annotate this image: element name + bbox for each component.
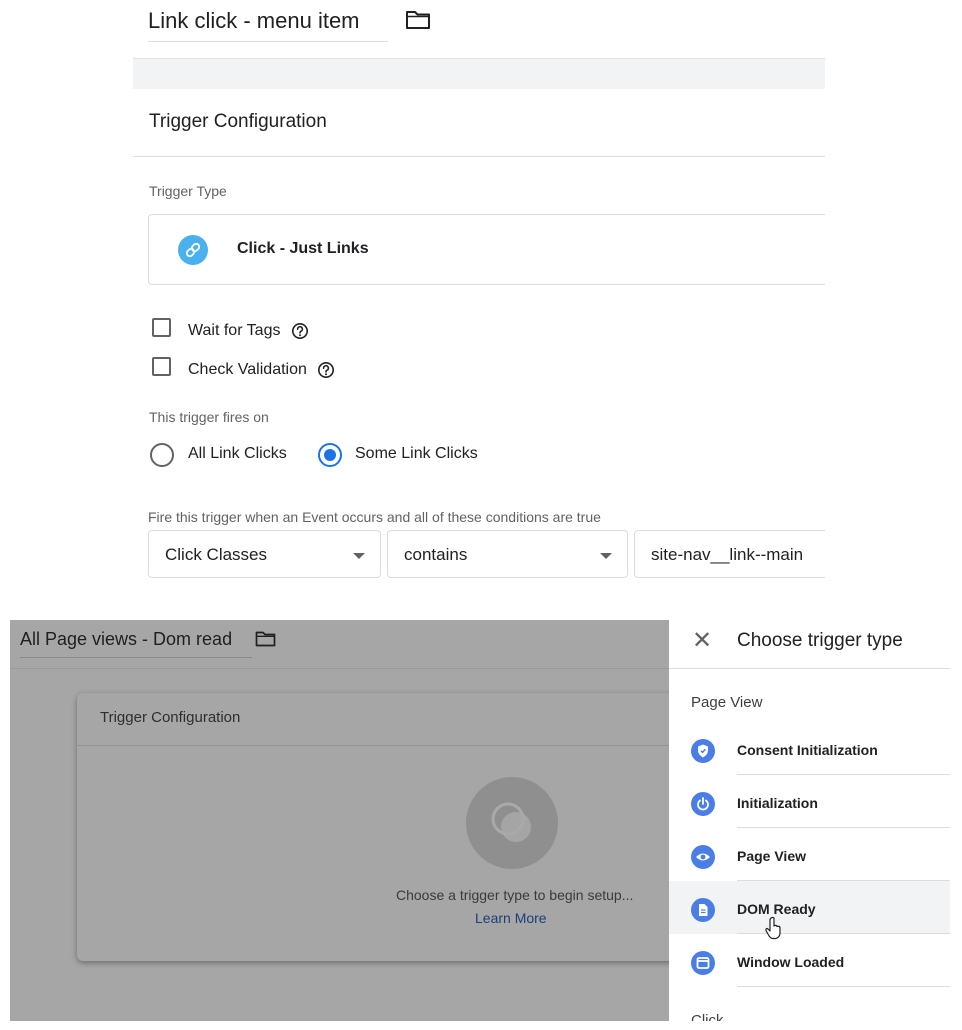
option-label: Consent Initialization bbox=[737, 742, 878, 758]
trigger-option-initialization[interactable]: Initialization bbox=[669, 775, 950, 828]
empty-state-hint: Choose a trigger type to begin setup... bbox=[396, 887, 634, 903]
document-icon bbox=[691, 898, 715, 922]
all-link-clicks-radio[interactable] bbox=[150, 443, 174, 467]
fires-on-label: This trigger fires on bbox=[149, 409, 269, 425]
condition-operator-select[interactable]: contains bbox=[387, 530, 628, 578]
drawer-title: Choose trigger type bbox=[737, 630, 903, 651]
shield-icon bbox=[691, 739, 715, 763]
check-validation-label: Check Validation bbox=[188, 361, 307, 378]
choose-trigger-type-drawer: ✕ Choose trigger type Page View Consent … bbox=[669, 620, 950, 1021]
title-underline bbox=[20, 657, 252, 658]
trigger-option-window-loaded[interactable]: Window Loaded bbox=[669, 934, 950, 987]
link-icon bbox=[178, 235, 208, 265]
condition-value-text: site-nav__link--main bbox=[651, 545, 804, 564]
condition-variable-select[interactable]: Click Classes bbox=[148, 530, 381, 578]
trigger-placeholder-icon bbox=[466, 777, 558, 869]
trigger-configuration-heading: Trigger Configuration bbox=[100, 709, 241, 726]
option-label: Window Loaded bbox=[737, 954, 845, 970]
condition-operator-value: contains bbox=[404, 545, 468, 564]
trigger-configuration-card[interactable]: Trigger Configuration Choose a trigger t… bbox=[77, 693, 697, 961]
condition-value-input[interactable]: site-nav__link--main bbox=[634, 530, 825, 578]
learn-more-link[interactable]: Learn More bbox=[475, 910, 547, 926]
choose-trigger-screenshot: All Page views - Dom read Trigger Config… bbox=[10, 620, 950, 1021]
folder-icon[interactable] bbox=[255, 631, 276, 647]
wait-for-tags-label: Wait for Tags bbox=[188, 322, 281, 339]
trigger-type-value: Click - Just Links bbox=[237, 240, 369, 257]
chevron-down-icon bbox=[353, 553, 365, 559]
help-icon[interactable] bbox=[291, 322, 309, 340]
divider bbox=[10, 668, 669, 669]
wait-for-tags-checkbox[interactable] bbox=[152, 318, 171, 337]
some-link-clicks-label: Some Link Clicks bbox=[355, 445, 478, 462]
folder-icon[interactable] bbox=[405, 10, 431, 30]
chevron-down-icon bbox=[600, 553, 612, 559]
divider bbox=[133, 156, 825, 157]
trigger-option-consent-initialization[interactable]: Consent Initialization bbox=[669, 722, 950, 775]
section-page-view: Page View bbox=[691, 694, 763, 711]
trigger-name[interactable]: All Page views - Dom read bbox=[20, 629, 232, 650]
header-band bbox=[133, 58, 825, 89]
some-link-clicks-radio[interactable] bbox=[318, 443, 342, 467]
trigger-name[interactable]: Link click - menu item bbox=[148, 8, 360, 34]
window-icon bbox=[691, 951, 715, 975]
trigger-type-label: Trigger Type bbox=[149, 183, 227, 199]
section-click-partial: Click bbox=[691, 1012, 724, 1021]
option-label: Page View bbox=[737, 848, 807, 864]
hand-cursor-icon bbox=[765, 916, 781, 940]
eye-icon bbox=[691, 845, 715, 869]
option-label: Initialization bbox=[737, 795, 818, 811]
close-icon[interactable]: ✕ bbox=[692, 628, 712, 654]
trigger-configuration-heading: Trigger Configuration bbox=[149, 111, 327, 132]
divider bbox=[669, 668, 950, 669]
condition-variable-value: Click Classes bbox=[165, 545, 268, 564]
condition-label: Fire this trigger when an Event occurs a… bbox=[148, 509, 601, 525]
trigger-option-dom-ready[interactable]: DOM Ready bbox=[669, 881, 950, 934]
power-icon bbox=[691, 792, 715, 816]
help-icon[interactable] bbox=[317, 361, 335, 379]
trigger-name-field[interactable]: Link click - menu item bbox=[148, 4, 388, 42]
all-link-clicks-label: All Link Clicks bbox=[188, 445, 287, 462]
divider bbox=[737, 986, 950, 987]
check-validation-checkbox[interactable] bbox=[152, 357, 171, 376]
trigger-option-page-view[interactable]: Page View bbox=[669, 828, 950, 881]
divider bbox=[77, 745, 697, 746]
option-label: DOM Ready bbox=[737, 901, 816, 917]
